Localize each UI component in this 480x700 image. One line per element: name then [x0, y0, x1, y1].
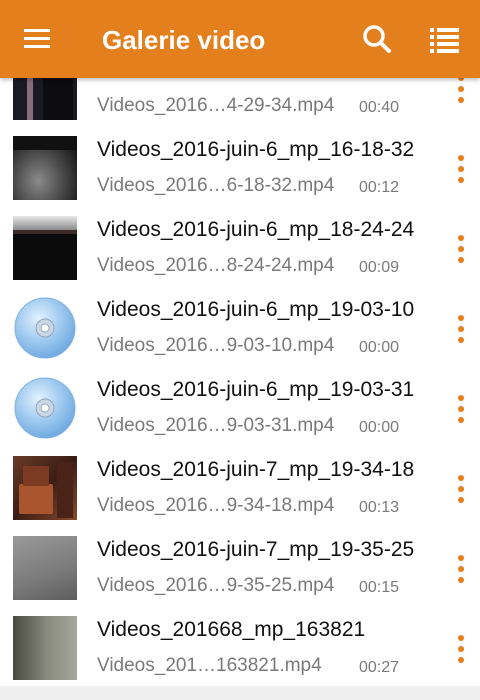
video-filename: Videos_2016…8-24-24.mp4 [97, 255, 335, 276]
app-title: Galerie video [102, 25, 266, 55]
video-filename: Videos_2016…9-03-10.mp4 [97, 335, 335, 356]
list-item[interactable]: Videos_2016-juin-6_mp_16-18-32 Videos_20… [0, 128, 480, 209]
video-thumbnail [13, 456, 77, 520]
video-duration: 00:13 [359, 499, 400, 516]
list-item[interactable]: Videos_2016-juin-6_mp_18-24-24 Videos_20… [0, 208, 480, 289]
video-filename: Videos_201…163821.mp4 [97, 655, 322, 676]
video-thumbnail [13, 616, 77, 680]
list-item[interactable]: Videos_2016-juin-7_mp_19-35-25 Videos_20… [0, 528, 480, 609]
video-title: Videos_2016-juin-6_mp_19-03-10 [97, 298, 415, 321]
video-thumbnail [13, 216, 77, 280]
list-item[interactable]: Videos_2016-juin-7_mp_19-34-18 Videos_20… [0, 448, 480, 529]
video-duration: 00:00 [359, 419, 400, 436]
video-filename: Videos_2016…9-35-25.mp4 [97, 575, 335, 596]
list-view-icon [430, 28, 459, 53]
list-item[interactable]: Videos_201668_mp_163821 Videos_201…16382… [0, 608, 480, 689]
video-title: Videos_2016-juin-7_mp_19-34-18 [97, 458, 415, 481]
bottom-edge [0, 686, 480, 700]
video-duration: 00:12 [359, 179, 400, 196]
video-filename: Videos_2016…9-03-31.mp4 [97, 415, 335, 436]
video-duration: 00:15 [359, 579, 400, 596]
video-duration: 00:09 [359, 259, 400, 276]
app-bar: Galerie video [0, 0, 480, 78]
more-options-button[interactable] [450, 153, 474, 185]
video-list: Videos_2016…4-29-34.mp4 00:40 Videos_201… [0, 78, 480, 700]
menu-button[interactable] [22, 24, 54, 54]
search-button[interactable] [360, 22, 394, 56]
list-item[interactable]: Videos_2016-juin-6_mp_19-03-10 Videos_20… [0, 288, 480, 369]
video-filename: Videos_2016…4-29-34.mp4 [97, 95, 335, 116]
list-view-button[interactable] [428, 24, 462, 54]
video-duration: 00:00 [359, 339, 400, 356]
more-options-button[interactable] [450, 78, 474, 105]
search-icon [363, 25, 391, 53]
video-thumbnail [13, 78, 77, 120]
menu-icon [24, 29, 50, 48]
video-thumbnail [13, 296, 77, 360]
more-options-button[interactable] [450, 553, 474, 585]
disc-icon [14, 377, 76, 439]
list-item[interactable]: Videos_2016…4-29-34.mp4 00:40 [0, 78, 480, 129]
video-filename: Videos_2016…9-34-18.mp4 [97, 495, 335, 516]
video-thumbnail [13, 376, 77, 440]
more-options-button[interactable] [450, 313, 474, 345]
disc-icon [14, 297, 76, 359]
video-thumbnail [13, 136, 77, 200]
video-title: Videos_2016-juin-6_mp_18-24-24 [97, 218, 415, 241]
video-title: Videos_201668_mp_163821 [97, 618, 366, 641]
more-options-button[interactable] [450, 233, 474, 265]
more-options-button[interactable] [450, 393, 474, 425]
video-thumbnail [13, 536, 77, 600]
video-title: Videos_2016-juin-6_mp_19-03-31 [97, 378, 415, 401]
more-options-button[interactable] [450, 473, 474, 505]
video-title: Videos_2016-juin-6_mp_16-18-32 [97, 138, 415, 161]
video-title: Videos_2016-juin-7_mp_19-35-25 [97, 538, 415, 561]
video-duration: 00:27 [359, 659, 400, 676]
video-duration: 00:40 [359, 99, 400, 116]
video-filename: Videos_2016…6-18-32.mp4 [97, 175, 335, 196]
list-item[interactable]: Videos_2016-juin-6_mp_19-03-31 Videos_20… [0, 368, 480, 449]
more-options-button[interactable] [450, 633, 474, 665]
